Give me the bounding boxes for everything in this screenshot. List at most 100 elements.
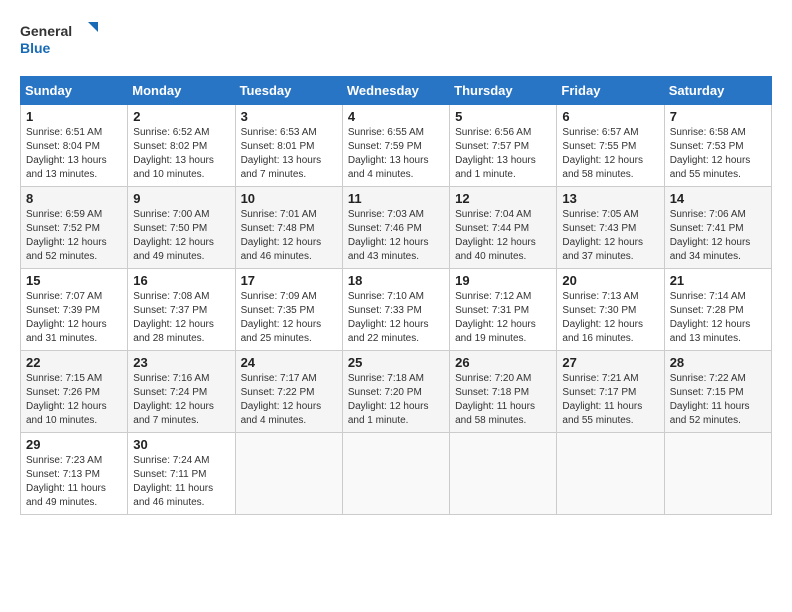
calendar-cell: 20 Sunrise: 7:13 AMSunset: 7:30 PMDayligh… [557,269,664,351]
day-number: 23 [133,355,229,370]
day-info: Sunrise: 7:22 AMSunset: 7:15 PMDaylight:… [670,372,766,428]
day-number: 18 [348,273,444,288]
day-info: Sunrise: 7:00 AMSunset: 7:50 PMDaylight:… [133,208,229,264]
calendar-cell: 5 Sunrise: 6:56 AMSunset: 7:57 PMDaylight… [450,105,557,187]
day-number: 24 [241,355,337,370]
day-info: Sunrise: 6:59 AMSunset: 7:52 PMDaylight:… [26,208,122,264]
calendar-week-5: 29Sunrise: 7:23 AMSunset: 7:13 PMDayligh… [21,433,772,515]
day-info: Sunrise: 7:01 AMSunset: 7:48 PMDaylight:… [241,208,337,264]
day-info: Sunrise: 7:23 AMSunset: 7:13 PMDaylight:… [26,454,122,510]
day-number: 28 [670,355,766,370]
day-info: Sunrise: 7:05 AMSunset: 7:43 PMDaylight:… [562,208,658,264]
day-info: Sunrise: 7:07 AMSunset: 7:39 PMDaylight:… [26,290,122,346]
calendar-cell [450,433,557,515]
calendar-cell: 18Sunrise: 7:10 AMSunset: 7:33 PMDayligh… [342,269,449,351]
day-info: Sunrise: 7:17 AMSunset: 7:22 PMDaylight:… [241,372,337,428]
svg-text:General: General [20,23,72,39]
calendar-cell: 19 Sunrise: 7:12 AMSunset: 7:31 PMDayligh… [450,269,557,351]
day-number: 26 [455,355,551,370]
calendar-cell: 29Sunrise: 7:23 AMSunset: 7:13 PMDayligh… [21,433,128,515]
day-info: Sunrise: 7:16 AMSunset: 7:24 PMDaylight:… [133,372,229,428]
calendar-cell: 12 Sunrise: 7:04 AMSunset: 7:44 PMDayligh… [450,187,557,269]
day-number: 15 [26,273,122,288]
day-number: 17 [241,273,337,288]
calendar-cell: 8 Sunrise: 6:59 AMSunset: 7:52 PMDaylight… [21,187,128,269]
calendar-cell: 3Sunrise: 6:53 AMSunset: 8:01 PMDaylight… [235,105,342,187]
calendar-cell: 15 Sunrise: 7:07 AMSunset: 7:39 PMDayligh… [21,269,128,351]
day-number: 19 [455,273,551,288]
day-info: Sunrise: 6:56 AMSunset: 7:57 PMDaylight:… [455,126,551,182]
day-number: 9 [133,191,229,206]
day-number: 2 [133,109,229,124]
svg-text:Blue: Blue [20,40,51,56]
calendar-cell: 13 Sunrise: 7:05 AMSunset: 7:43 PMDayligh… [557,187,664,269]
day-info: Sunrise: 6:55 AMSunset: 7:59 PMDaylight:… [348,126,444,182]
day-info: Sunrise: 7:08 AMSunset: 7:37 PMDaylight:… [133,290,229,346]
day-number: 5 [455,109,551,124]
calendar-cell: 30Sunrise: 7:24 AMSunset: 7:11 PMDayligh… [128,433,235,515]
calendar-header-row: SundayMondayTuesdayWednesdayThursdayFrid… [21,77,772,105]
calendar-week-4: 22 Sunrise: 7:15 AMSunset: 7:26 PMDayligh… [21,351,772,433]
day-info: Sunrise: 6:57 AMSunset: 7:55 PMDaylight:… [562,126,658,182]
day-info: Sunrise: 7:24 AMSunset: 7:11 PMDaylight:… [133,454,229,510]
day-number: 7 [670,109,766,124]
logo: General Blue [20,20,100,60]
calendar-table: SundayMondayTuesdayWednesdayThursdayFrid… [20,76,772,515]
day-number: 11 [348,191,444,206]
calendar-cell: 27Sunrise: 7:21 AMSunset: 7:17 PMDayligh… [557,351,664,433]
header-thursday: Thursday [450,77,557,105]
header-monday: Monday [128,77,235,105]
calendar-cell [235,433,342,515]
calendar-cell: 2 Sunrise: 6:52 AMSunset: 8:02 PMDaylight… [128,105,235,187]
day-number: 20 [562,273,658,288]
day-number: 22 [26,355,122,370]
day-info: Sunrise: 7:04 AMSunset: 7:44 PMDaylight:… [455,208,551,264]
calendar-cell [342,433,449,515]
calendar-cell: 9 Sunrise: 7:00 AMSunset: 7:50 PMDaylight… [128,187,235,269]
day-number: 14 [670,191,766,206]
calendar-cell: 25Sunrise: 7:18 AMSunset: 7:20 PMDayligh… [342,351,449,433]
day-info: Sunrise: 7:14 AMSunset: 7:28 PMDaylight:… [670,290,766,346]
calendar-cell: 11 Sunrise: 7:03 AMSunset: 7:46 PMDayligh… [342,187,449,269]
calendar-cell [557,433,664,515]
day-number: 3 [241,109,337,124]
calendar-cell: 23 Sunrise: 7:16 AMSunset: 7:24 PMDayligh… [128,351,235,433]
day-number: 12 [455,191,551,206]
day-number: 13 [562,191,658,206]
day-info: Sunrise: 7:06 AMSunset: 7:41 PMDaylight:… [670,208,766,264]
day-info: Sunrise: 7:15 AMSunset: 7:26 PMDaylight:… [26,372,122,428]
day-number: 4 [348,109,444,124]
header-saturday: Saturday [664,77,771,105]
day-number: 6 [562,109,658,124]
day-info: Sunrise: 7:12 AMSunset: 7:31 PMDaylight:… [455,290,551,346]
day-number: 25 [348,355,444,370]
calendar-cell: 26 Sunrise: 7:20 AMSunset: 7:18 PMDayligh… [450,351,557,433]
day-number: 21 [670,273,766,288]
calendar-body: 1Sunrise: 6:51 AMSunset: 8:04 PMDaylight… [21,105,772,515]
day-number: 10 [241,191,337,206]
day-info: Sunrise: 7:20 AMSunset: 7:18 PMDaylight:… [455,372,551,428]
day-number: 8 [26,191,122,206]
calendar-week-1: 1Sunrise: 6:51 AMSunset: 8:04 PMDaylight… [21,105,772,187]
day-number: 1 [26,109,122,124]
header-friday: Friday [557,77,664,105]
calendar-cell: 1Sunrise: 6:51 AMSunset: 8:04 PMDaylight… [21,105,128,187]
day-info: Sunrise: 7:09 AMSunset: 7:35 PMDaylight:… [241,290,337,346]
calendar-week-3: 15 Sunrise: 7:07 AMSunset: 7:39 PMDayligh… [21,269,772,351]
calendar-cell: 14 Sunrise: 7:06 AMSunset: 7:41 PMDayligh… [664,187,771,269]
calendar-cell: 24 Sunrise: 7:17 AMSunset: 7:22 PMDayligh… [235,351,342,433]
day-info: Sunrise: 7:13 AMSunset: 7:30 PMDaylight:… [562,290,658,346]
calendar-cell: 10 Sunrise: 7:01 AMSunset: 7:48 PMDayligh… [235,187,342,269]
page-header: General Blue [20,20,772,60]
header-wednesday: Wednesday [342,77,449,105]
day-info: Sunrise: 6:52 AMSunset: 8:02 PMDaylight:… [133,126,229,182]
calendar-week-2: 8 Sunrise: 6:59 AMSunset: 7:52 PMDaylight… [21,187,772,269]
header-tuesday: Tuesday [235,77,342,105]
calendar-cell: 21 Sunrise: 7:14 AMSunset: 7:28 PMDayligh… [664,269,771,351]
day-info: Sunrise: 7:03 AMSunset: 7:46 PMDaylight:… [348,208,444,264]
day-number: 16 [133,273,229,288]
calendar-cell: 17 Sunrise: 7:09 AMSunset: 7:35 PMDayligh… [235,269,342,351]
logo-svg: General Blue [20,20,100,60]
calendar-cell: 6 Sunrise: 6:57 AMSunset: 7:55 PMDaylight… [557,105,664,187]
day-number: 27 [562,355,658,370]
